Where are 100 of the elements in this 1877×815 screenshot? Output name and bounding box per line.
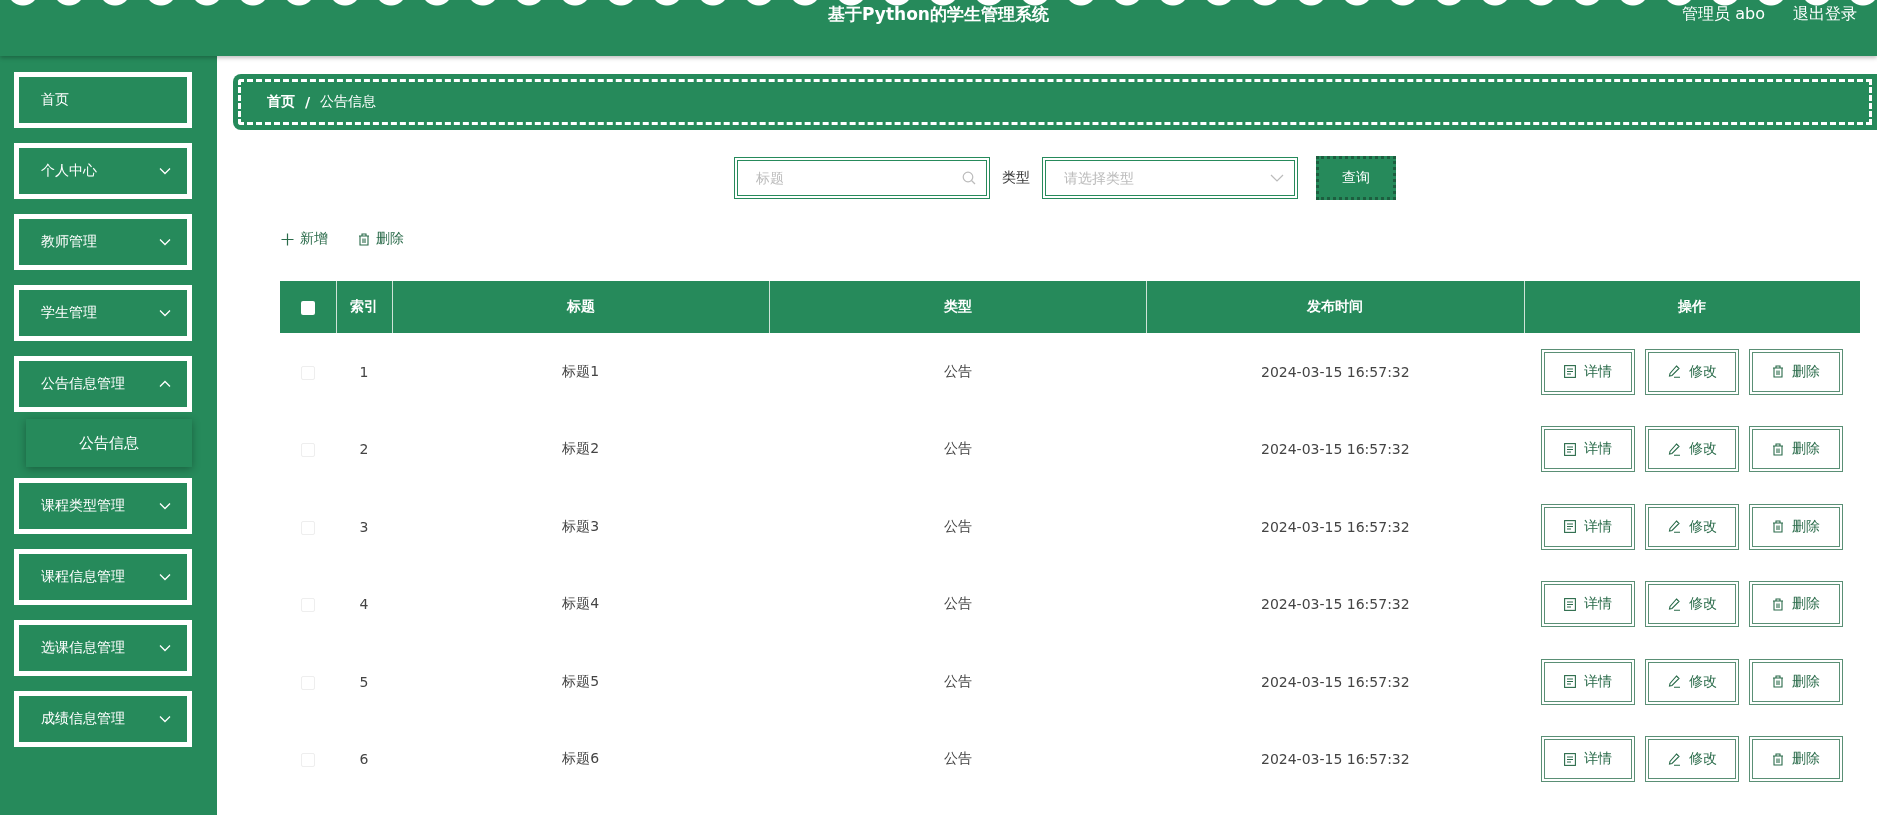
edit-button[interactable]: 修改 — [1645, 581, 1739, 628]
sidebar-item[interactable]: 公告信息管理 — [14, 356, 192, 412]
delete-button[interactable]: 删除 — [1749, 503, 1843, 550]
table-cell: 2024-03-15 16:57:32 — [1260, 673, 1410, 690]
chevron-icon — [159, 644, 171, 652]
column-header: 标题 — [392, 281, 770, 333]
trash-icon — [1772, 752, 1784, 766]
delete-button[interactable]: 删除 — [1749, 736, 1843, 783]
edit-button[interactable]: 修改 — [1645, 503, 1739, 550]
delete-button[interactable]: 删除 — [1749, 581, 1843, 628]
sidebar-item[interactable]: 成绩信息管理 — [14, 691, 192, 747]
breadcrumb-separator: / — [305, 94, 311, 110]
table-cell: 1 — [359, 363, 369, 380]
pencil-icon — [1667, 597, 1681, 611]
details-button[interactable]: 详情 — [1541, 503, 1635, 550]
details-button[interactable]: 详情 — [1541, 348, 1635, 395]
table-cell: 公告 — [944, 440, 972, 457]
type-select[interactable]: 请选择类型 — [1042, 157, 1298, 199]
type-label: 类型 — [1002, 169, 1030, 187]
sidebar-item[interactable]: 选课信息管理 — [14, 620, 192, 676]
search-button[interactable]: 查询 — [1316, 156, 1396, 200]
column-header: 发布时间 — [1146, 281, 1524, 333]
table-cell: 标题3 — [562, 517, 600, 534]
trash-icon — [1772, 365, 1784, 379]
document-icon — [1564, 442, 1576, 456]
column-header: 类型 — [769, 281, 1147, 333]
table-cell: 2024-03-15 16:57:32 — [1260, 518, 1410, 535]
document-icon — [1564, 675, 1576, 689]
select-all-checkbox[interactable] — [300, 301, 315, 315]
trash-icon — [358, 232, 370, 246]
edit-button[interactable]: 修改 — [1645, 658, 1739, 705]
table-cell: 2024-03-15 16:57:32 — [1260, 596, 1410, 613]
sidebar-item[interactable]: 首页 — [14, 72, 192, 128]
table-cell: 公告 — [944, 362, 972, 379]
table-cell: 公告 — [944, 672, 972, 689]
column-header: 操作 — [1524, 281, 1860, 333]
table-cell: 标题4 — [562, 595, 600, 612]
details-button[interactable]: 详情 — [1541, 426, 1635, 473]
sidebar-subitem[interactable]: 公告信息 — [26, 419, 192, 467]
pencil-icon — [1667, 365, 1681, 379]
table-cell: 公告 — [944, 595, 972, 612]
chevron-icon — [1270, 174, 1284, 182]
table-cell: 标题1 — [562, 362, 600, 379]
document-icon — [1564, 520, 1576, 534]
sidebar-item[interactable]: 课程类型管理 — [14, 478, 192, 534]
trash-icon — [1772, 442, 1784, 456]
table-cell: 标题5 — [562, 672, 600, 689]
plus-icon — [281, 232, 294, 246]
chevron-icon — [159, 309, 171, 317]
chevron-icon — [159, 380, 171, 388]
trash-icon — [1772, 520, 1784, 534]
table-cell: 4 — [359, 596, 369, 613]
sidebar-item[interactable]: 教师管理 — [14, 214, 192, 270]
document-icon — [1564, 597, 1576, 611]
edit-button[interactable]: 修改 — [1645, 736, 1739, 783]
trash-icon — [1772, 675, 1784, 689]
chevron-icon — [159, 167, 171, 175]
details-button[interactable]: 详情 — [1541, 736, 1635, 783]
breadcrumb-current: 公告信息 — [320, 93, 377, 111]
chevron-icon — [159, 573, 171, 581]
table-cell: 6 — [359, 751, 369, 768]
sidebar-item[interactable]: 学生管理 — [14, 285, 192, 341]
edit-button[interactable]: 修改 — [1645, 348, 1739, 395]
sidebar-item[interactable]: 个人中心 — [14, 143, 192, 199]
table-cell: 2024-03-15 16:57:32 — [1260, 363, 1410, 380]
document-icon — [1564, 365, 1576, 379]
delete-button[interactable]: 删除 — [358, 230, 404, 248]
table-cell: 2024-03-15 16:57:32 — [1260, 441, 1410, 458]
pencil-icon — [1667, 752, 1681, 766]
column-header: 索引 — [336, 281, 392, 333]
chevron-icon — [159, 238, 171, 246]
table-cell: 2 — [359, 441, 369, 458]
trash-icon — [1772, 597, 1784, 611]
delete-button[interactable]: 删除 — [1749, 426, 1843, 473]
pencil-icon — [1667, 520, 1681, 534]
delete-button[interactable]: 删除 — [1749, 348, 1843, 395]
search-icon — [962, 171, 976, 185]
document-icon — [1564, 752, 1576, 766]
table-cell: 公告 — [944, 517, 972, 534]
logout-link[interactable]: 退出登录 — [1793, 4, 1857, 25]
add-button[interactable]: 新增 — [281, 230, 328, 248]
table-cell: 2024-03-15 16:57:32 — [1260, 751, 1410, 768]
pencil-icon — [1667, 442, 1681, 456]
chevron-icon — [159, 502, 171, 510]
system-title: 基于Python的学生管理系统 — [828, 2, 1049, 26]
details-button[interactable]: 详情 — [1541, 581, 1635, 628]
table-cell: 3 — [359, 518, 369, 535]
table-cell: 5 — [359, 673, 369, 690]
breadcrumb-link[interactable]: 首页 — [267, 93, 295, 111]
table-cell: 标题6 — [562, 750, 600, 767]
sidebar-item[interactable]: 课程信息管理 — [14, 549, 192, 605]
chevron-icon — [159, 715, 171, 723]
title-search-field[interactable]: 标题 — [734, 157, 990, 199]
user-name: 管理员 abo — [1682, 4, 1765, 25]
details-button[interactable]: 详情 — [1541, 658, 1635, 705]
edit-button[interactable]: 修改 — [1645, 426, 1739, 473]
delete-button[interactable]: 删除 — [1749, 658, 1843, 705]
table-cell: 公告 — [944, 750, 972, 767]
pencil-icon — [1667, 675, 1681, 689]
table-cell: 标题2 — [562, 440, 600, 457]
